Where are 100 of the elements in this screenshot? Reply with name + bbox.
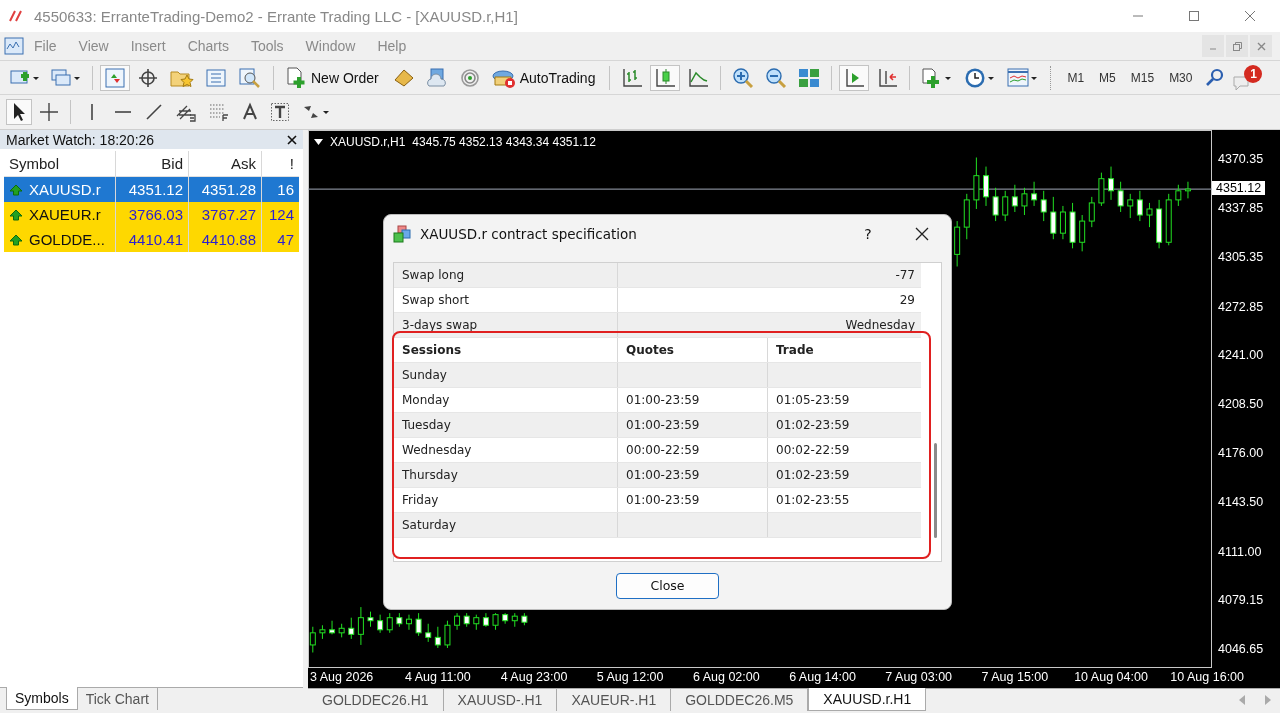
scrollbar-thumb[interactable]: [934, 443, 937, 538]
up-arrow-icon: [9, 208, 23, 221]
candlestick: [473, 614, 480, 631]
candlestick-button[interactable]: [650, 64, 681, 91]
price-label: 4370.35: [1218, 152, 1264, 166]
table-cell: 00:00-22:59: [618, 438, 768, 462]
table-cell-text: -77: [894, 267, 916, 284]
table-cell: Swap short: [394, 288, 618, 312]
column-header[interactable]: Ask: [189, 151, 262, 176]
time-label: 7 Aug 15:00: [981, 670, 1049, 684]
candlestick: [1011, 184, 1018, 213]
chart-window-icon[interactable]: [4, 36, 24, 56]
candlestick: [309, 626, 316, 653]
timeframe-button[interactable]: M5: [1093, 64, 1122, 91]
candlestick: [444, 620, 451, 649]
candlestick: [396, 612, 403, 628]
time-label: 4 Aug 11:00: [404, 670, 471, 684]
table-cell: Swap long: [394, 263, 618, 287]
close-icon[interactable]: [915, 226, 929, 241]
ohlc-values: 4345.75 4352.13 4343.34 4351.12: [412, 135, 596, 149]
panel-tab[interactable]: Symbols: [6, 687, 78, 710]
candlestick: [1175, 184, 1182, 207]
candlestick: [1127, 193, 1134, 219]
table-cell-text: 01:02-23:59: [775, 417, 851, 434]
window-title: 4550633: ErranteTrading-Demo2 - Errante Trading LLC - [XAUUSD.r,H1]: [34, 7, 519, 25]
table-cell: 01:00-23:59: [618, 388, 768, 412]
up-arrow-icon: [9, 233, 23, 246]
candlestick: [1002, 190, 1009, 222]
symbol-row[interactable]: XAUUSD.r 4351.12 4351.28 16: [4, 177, 299, 202]
cursor-button[interactable]: [6, 99, 32, 125]
close-button[interactable]: Close: [616, 572, 719, 599]
table-cell-text: Wednesday: [844, 317, 916, 334]
candlestick: [954, 220, 961, 267]
candlestick: [482, 612, 489, 628]
column-header[interactable]: Bid: [116, 151, 189, 176]
spread-value: 16: [276, 180, 295, 200]
chart-tab[interactable]: GOLDDEC26.H1: [308, 689, 444, 711]
ask-price: 4410.88: [189, 227, 262, 252]
chart-tab[interactable]: XAUUSD.r.H1: [808, 688, 927, 711]
candlestick: [357, 606, 364, 646]
candlestick: [1088, 196, 1095, 228]
maximize-icon[interactable]: [1188, 10, 1200, 22]
candlestick: [963, 193, 970, 240]
auto-scroll-button[interactable]: [839, 64, 870, 91]
current-price-label: 4351.12: [1212, 181, 1266, 196]
candlestick: [1069, 202, 1076, 249]
candlestick: [992, 187, 999, 222]
candlestick: [1098, 172, 1105, 207]
table-cell-text: 01:02-23:55: [775, 492, 851, 509]
candlestick: [329, 620, 336, 635]
panel-tab[interactable]: Tick Chart: [77, 688, 158, 710]
candlestick: [1079, 214, 1086, 252]
chart-tab[interactable]: XAUEUR-.H1: [557, 689, 672, 711]
spread-value: 47: [276, 230, 295, 250]
restore-icon[interactable]: [1232, 41, 1242, 51]
column-header[interactable]: !: [262, 151, 299, 176]
price-label: 4046.65: [1218, 642, 1264, 656]
candlestick: [1184, 181, 1191, 199]
time-label: 4 Aug 23:00: [500, 670, 568, 684]
candlestick: [1146, 202, 1153, 228]
price-label: 4241.00: [1218, 347, 1264, 362]
timeframe-button[interactable]: M1: [1061, 64, 1091, 91]
candlestick: [367, 611, 374, 628]
timeframe-button[interactable]: M15: [1124, 64, 1161, 91]
candlestick: [454, 612, 461, 631]
time-label: 10 Aug 04:00: [1074, 670, 1148, 684]
timeframe-button[interactable]: M30: [1163, 64, 1199, 91]
candlestick: [511, 612, 518, 628]
candlestick: [983, 166, 989, 207]
price-label: 4305.35: [1218, 250, 1264, 265]
dropdown-icon[interactable]: [314, 139, 323, 145]
symbol-row[interactable]: XAUEUR.r 3766.03 3767.27 124: [4, 202, 299, 227]
help-button[interactable]: ?: [848, 225, 888, 242]
candlestick: [492, 612, 499, 631]
candlestick: [1040, 190, 1047, 222]
candlestick: [415, 612, 422, 637]
spread-value: 124: [267, 205, 295, 225]
price-label: 4208.50: [1218, 397, 1264, 411]
notification-badge: 1: [1244, 64, 1263, 83]
symbol-row[interactable]: GOLDDE... 4410.41 4410.88 47: [4, 227, 299, 252]
autotrading-button[interactable]: AutoTrading: [487, 64, 603, 91]
candlestick: [1059, 205, 1066, 240]
column-header: Trade: [775, 342, 815, 359]
table-cell-text: 00:02-22:59: [775, 442, 851, 459]
candlestick: [386, 612, 393, 634]
close-icon[interactable]: [287, 134, 297, 145]
column-header[interactable]: Symbol: [4, 151, 116, 176]
candlestick: [425, 623, 432, 643]
time-label: 7 Aug 03:00: [885, 670, 953, 684]
chart-tab[interactable]: XAUUSD-.H1: [443, 689, 558, 711]
candlestick: [1050, 196, 1057, 240]
cursor-icon: [11, 102, 27, 122]
table-cell: 01:00-23:59: [618, 413, 768, 437]
dialog-title: XAUUSD.r contract specification: [420, 225, 638, 242]
candlestick: [1021, 187, 1028, 216]
symbol-name: GOLDDE...: [29, 231, 105, 248]
candlestick: [1117, 181, 1124, 213]
bid-price: 4410.41: [116, 227, 189, 252]
candlestick: [434, 626, 441, 649]
new-order-button[interactable]: New Order: [281, 64, 386, 91]
